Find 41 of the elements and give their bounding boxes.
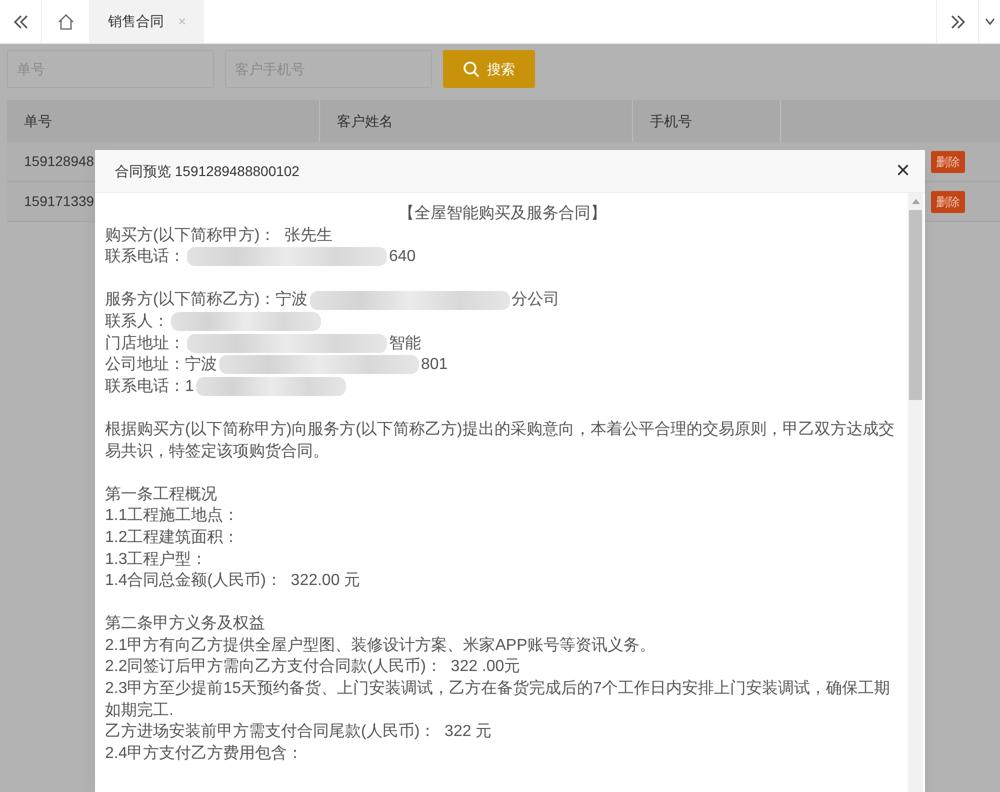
contract-text: 1.4合同总金额(人民币)： 322.00 元 — [105, 570, 362, 592]
search-button[interactable]: 搜索 — [443, 50, 535, 88]
contract-text: 1.3工程户型： — [105, 550, 208, 570]
contract-text: 分公司 — [512, 290, 560, 310]
contract-text: 2.3甲方至少提前15天预约备货、上门安装调试，乙方在备货完成后的7个工作日内安排上门安装调试，确保工期如期完工. — [105, 678, 891, 721]
close-button[interactable]: × — [896, 159, 910, 183]
contract-text: 第二条甲方义务及权益 — [105, 614, 266, 634]
contract-heading: 【全屋智能购买及服务合同】 — [398, 204, 608, 224]
scrollbar[interactable] — [908, 193, 923, 792]
contract-text: 联系电话： — [105, 246, 185, 268]
contract-text: 联系电话：1 — [105, 376, 194, 397]
tab-close-button[interactable]: × — [178, 11, 186, 32]
delete-button[interactable]: 删除 — [931, 151, 965, 173]
contract-text: 购买方(以下简称甲方)： 张先生 — [105, 226, 334, 246]
contract-text: 智能 — [389, 334, 421, 354]
modal-title: 合同预览 1591289488800102 — [115, 162, 300, 180]
contract-text: 640 — [389, 247, 416, 268]
contract-text: 第一条工程概况 — [105, 484, 218, 505]
contract-text: 2.1甲方有向乙方提供全屋户型图、装修设计方案、米家APP账号等资讯义务。 — [105, 635, 656, 656]
scrollbar-thumb[interactable] — [909, 210, 922, 400]
contract-text: 根据购买方(以下简称甲方)向服务方(以下简称乙方)提出的采购意向，本着公平合理的交易原则，甲乙双方达成交易共识，特签定该项购货合同。 — [105, 420, 896, 462]
table-cell-text: 159128948 — [23, 152, 96, 171]
double-chevron-right-icon — [950, 14, 966, 28]
scroll-up-icon — [912, 199, 920, 204]
chevron-down-icon — [985, 18, 995, 26]
contract-text: 联系人： — [105, 312, 169, 332]
contract-text: 1.2工程建筑面积： — [105, 528, 240, 548]
contract-text: 乙方进场安装前甲方需支付合同尾款(人民币)： 322 元 — [105, 722, 493, 742]
home-icon — [56, 14, 74, 30]
page-tab[interactable]: 销售合同 × — [90, 0, 204, 43]
contract-text: 公司地址：宁波 — [105, 354, 217, 376]
contract-text: 服务方(以下简称乙方)：宁波 — [105, 290, 308, 310]
contract-text: 2.4甲方支付乙方费用包含： — [105, 744, 304, 764]
double-chevron-left-icon — [12, 14, 28, 28]
contract-text: 2.2同签订后甲方需向乙方支付合同款(人民币)： 322 .00元 — [105, 656, 522, 678]
table-cell-text: 159171339 — [23, 192, 96, 211]
search-icon — [463, 60, 480, 78]
contract-text: 门店地址： — [105, 334, 185, 354]
contract-text: 1.1工程施工地点： — [105, 506, 240, 526]
delete-button[interactable]: 删除 — [931, 191, 965, 213]
contract-text: 801 — [421, 355, 448, 376]
